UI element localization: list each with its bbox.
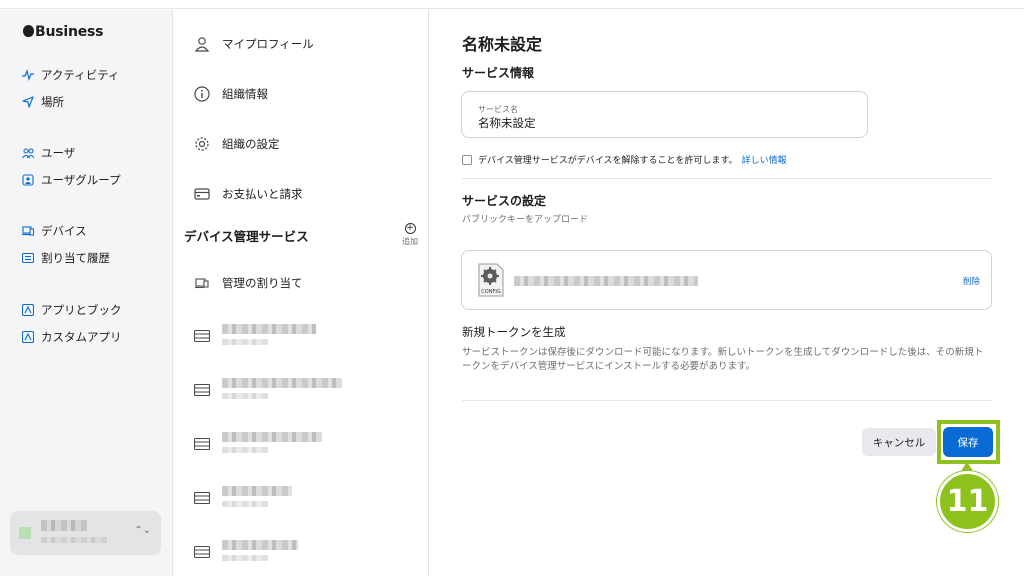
config-file-icon: CONFIG: [478, 263, 504, 297]
sidebar-item-label: 割り当て履歴: [41, 251, 110, 265]
server-icon: [194, 438, 210, 450]
mdm-server-row[interactable]: [194, 376, 394, 406]
save-button[interactable]: 保存: [943, 427, 993, 457]
mdm-server-row[interactable]: [194, 322, 394, 352]
server-name-redacted: [222, 486, 292, 496]
apple-logo-icon: [23, 25, 34, 37]
laptop-icon: [194, 275, 210, 291]
plus-circle-icon: +: [404, 223, 416, 234]
chevron-up-down-icon: ⌃⌄: [134, 525, 151, 536]
app-icon: [22, 304, 34, 316]
cancel-button[interactable]: キャンセル: [862, 428, 936, 456]
sidebar-item-label: カスタムアプリ: [41, 330, 122, 344]
server-icon: [194, 330, 210, 342]
divider: [462, 400, 992, 401]
settings-item-my-profile[interactable]: マイプロフィール: [194, 34, 314, 54]
server-detail-redacted: [222, 393, 268, 399]
sidebar-item-custom-apps[interactable]: カスタムアプリ: [22, 327, 122, 347]
svg-text:CONFIG: CONFIG: [481, 289, 501, 295]
server-name-redacted: [222, 432, 322, 442]
service-name-field[interactable]: サービス名: [461, 91, 868, 138]
settings-item-org-settings[interactable]: 組織の設定: [194, 134, 280, 154]
top-bar: [0, 0, 1024, 9]
server-name-redacted: [222, 378, 342, 388]
sidebar-item-label: ユーザ: [41, 146, 76, 160]
management-assignment-item[interactable]: 管理の割り当て: [194, 273, 303, 293]
account-name-redacted: [41, 520, 87, 531]
gear-icon: [194, 136, 210, 152]
activity-icon: [22, 69, 34, 81]
sidebar-item-devices[interactable]: デバイス: [22, 221, 87, 241]
server-detail-redacted: [222, 447, 268, 453]
users-icon: [22, 147, 34, 159]
settings-list: マイプロフィール 組織情報 組織の設定 お支払いと請求 デバイス管理サービス +…: [174, 10, 429, 576]
sidebar-item-label: ユーザグループ: [41, 173, 121, 187]
device-management-section-title: デバイス管理サービス: [184, 229, 309, 244]
service-settings-heading: サービスの設定: [462, 194, 547, 208]
apple-business-logo: Business: [23, 24, 104, 40]
settings-item-label: 管理の割り当て: [222, 276, 303, 290]
mdm-server-row[interactable]: [194, 538, 394, 568]
account-switcher[interactable]: ⌃⌄: [10, 511, 161, 555]
service-detail-panel: 名称未設定 サービス情報 サービス名 デバイス管理サービスがデバイスを解除するこ…: [430, 10, 1024, 576]
sidebar-item-user-groups[interactable]: ユーザグループ: [22, 170, 121, 190]
server-icon: [194, 492, 210, 504]
release-permission-row: デバイス管理サービスがデバイスを解除することを許可します。 詳しい情報: [462, 153, 787, 166]
credit-card-icon: [194, 186, 210, 202]
service-name-input[interactable]: [478, 116, 858, 130]
settings-item-label: マイプロフィール: [222, 37, 314, 51]
delete-file-button[interactable]: 削除: [963, 275, 980, 287]
user-group-icon: [22, 174, 34, 186]
sidebar-item-users[interactable]: ユーザ: [22, 143, 75, 163]
laptop-icon: [22, 225, 34, 237]
account-avatar: [19, 527, 31, 539]
public-key-file: CONFIG 削除: [461, 250, 992, 310]
list-icon: [22, 252, 34, 264]
server-detail-redacted: [222, 339, 268, 345]
page-title: 名称未設定: [462, 35, 543, 54]
account-subtitle-redacted: [41, 537, 107, 543]
token-heading: 新規トークンを生成: [462, 325, 566, 339]
sidebar-item-locations[interactable]: 場所: [22, 92, 64, 112]
settings-item-payments[interactable]: お支払いと請求: [194, 184, 303, 204]
upload-public-key-text: パブリックキーをアップロード: [462, 215, 589, 225]
sidebar-item-label: 場所: [41, 95, 64, 109]
service-info-heading: サービス情報: [462, 66, 535, 80]
service-name-label: サービス名: [478, 105, 518, 114]
divider: [462, 178, 992, 179]
custom-app-icon: [22, 331, 34, 343]
more-info-link[interactable]: 詳しい情報: [742, 153, 787, 166]
step-callout-badge: 11: [937, 471, 998, 532]
sidebar-item-label: デバイス: [41, 224, 87, 238]
settings-item-org-info[interactable]: 組織情報: [194, 84, 268, 104]
sidebar-item-activity[interactable]: アクティビティ: [22, 65, 120, 85]
sidebar: Business アクティビティ 場所 ユーザ ユーザグループ デバイス 割り当…: [0, 10, 173, 576]
mdm-server-row[interactable]: [194, 430, 394, 460]
sidebar-item-label: アクティビティ: [41, 68, 120, 82]
add-service-button[interactable]: + 追加: [399, 223, 421, 247]
person-icon: [194, 36, 210, 52]
server-detail-redacted: [222, 555, 268, 561]
sidebar-item-assignment-history[interactable]: 割り当て履歴: [22, 248, 110, 268]
settings-item-label: 組織の設定: [222, 137, 280, 151]
file-name-redacted: [514, 276, 698, 286]
release-permission-text: デバイス管理サービスがデバイスを解除することを許可します。: [478, 156, 738, 166]
mdm-server-row[interactable]: [194, 484, 394, 514]
settings-item-label: お支払いと請求: [222, 187, 303, 201]
release-permission-checkbox[interactable]: [462, 154, 472, 165]
server-name-redacted: [222, 540, 298, 550]
location-arrow-icon: [22, 96, 34, 108]
server-icon: [194, 546, 210, 558]
server-name-redacted: [222, 324, 316, 334]
info-icon: [194, 86, 210, 102]
server-icon: [194, 384, 210, 396]
sidebar-item-label: アプリとブック: [41, 303, 122, 317]
sidebar-item-apps-books[interactable]: アプリとブック: [22, 300, 122, 320]
token-description: サービストークンは保存後にダウンロード可能になります。新しいトークンを生成してダ…: [462, 347, 984, 372]
server-detail-redacted: [222, 501, 268, 507]
settings-item-label: 組織情報: [222, 87, 268, 101]
